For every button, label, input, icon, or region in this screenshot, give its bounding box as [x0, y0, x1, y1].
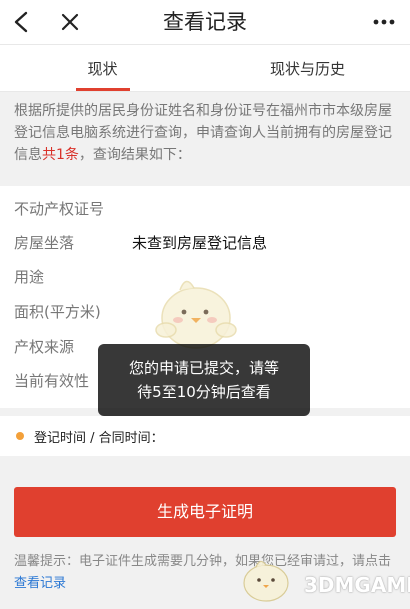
no-record-result: 未查到房屋登记信息: [132, 234, 268, 252]
toast-line-1: 您的申请已提交，请等: [128, 359, 279, 377]
close-icon: [61, 13, 79, 31]
more-button[interactable]: [368, 6, 400, 38]
record-count: 共1条: [42, 147, 79, 163]
tab-bar: 现状 现状与历史: [0, 44, 410, 92]
detail-label-area: 面积(平方米): [14, 303, 101, 321]
chevron-left-icon: [14, 11, 28, 33]
tab-current-status[interactable]: 现状: [0, 45, 205, 91]
registration-time-row: 登记时间 / 合同时间：: [0, 416, 410, 456]
status-dot-icon: [16, 432, 24, 440]
generate-certificate-button[interactable]: 生成电子证明: [14, 487, 396, 537]
submission-toast: 您的申请已提交，请等 待5至10分钟后查看: [98, 344, 310, 416]
navbar: 查看记录: [0, 0, 410, 44]
toast-line-2: 待5至10分钟后查看: [137, 383, 271, 401]
watermark-mascot-icon: [243, 560, 289, 602]
more-horizontal-icon: [373, 19, 395, 25]
detail-label-validity: 当前有效性: [14, 372, 90, 390]
detail-label-location: 房屋坐落: [14, 234, 75, 252]
detail-label-certificate-number: 不动产权证号: [14, 200, 105, 218]
detail-label-title-source: 产权来源: [14, 338, 75, 356]
tab-status-and-history[interactable]: 现状与历史: [205, 45, 410, 91]
detail-label-usage: 用途: [14, 268, 45, 286]
query-intro: 根据所提供的居民身份证姓名和身份证号在福州市市本级房屋登记信息电脑系统进行查询，…: [0, 92, 410, 182]
view-records-link[interactable]: 查看记录: [14, 576, 66, 591]
close-button[interactable]: [54, 6, 86, 38]
registration-time-label: 登记时间 / 合同时间：: [34, 430, 164, 446]
watermark-text: 3DMGAME: [304, 573, 410, 597]
watermark: 3DMGAME: [234, 553, 410, 605]
back-button[interactable]: [6, 6, 38, 38]
intro-text-after: ，查询结果如下：: [78, 147, 191, 163]
